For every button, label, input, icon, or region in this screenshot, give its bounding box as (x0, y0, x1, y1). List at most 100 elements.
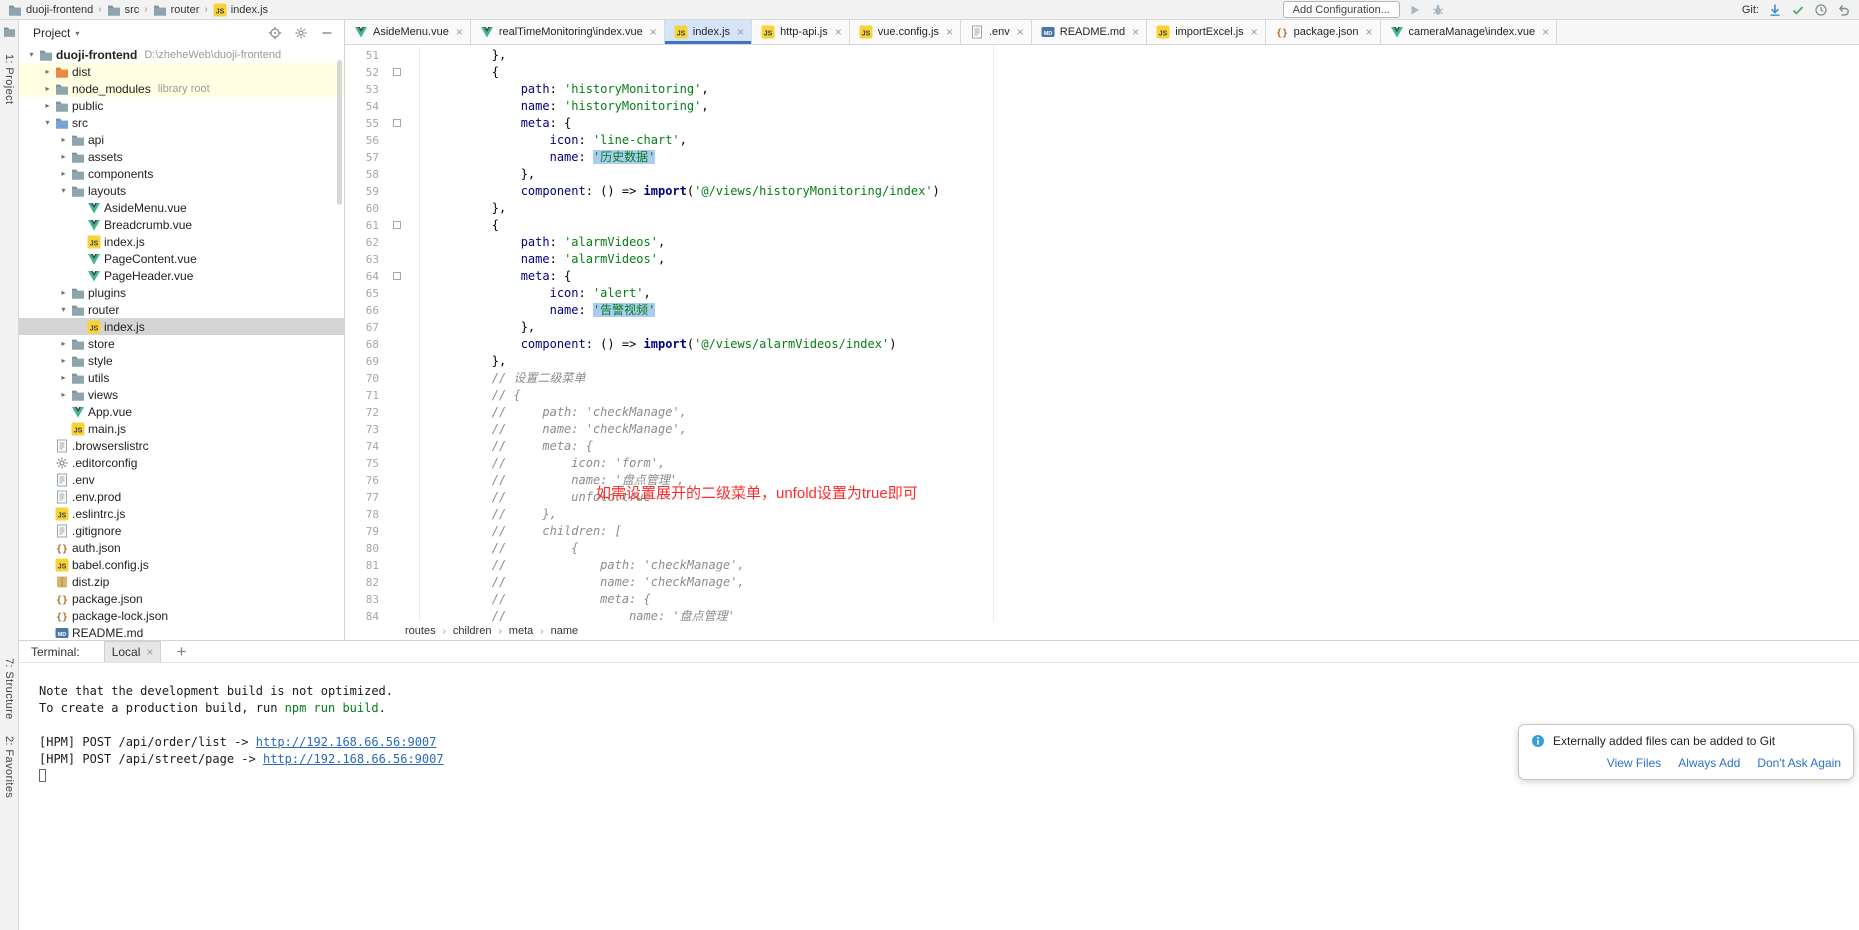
code-line[interactable]: 72 // path: 'checkManage', (345, 404, 1859, 421)
code-line[interactable]: 84 // name: '盘点管理' (345, 608, 1859, 622)
notification-action-always-add[interactable]: Always Add (1678, 756, 1740, 770)
tree-item-assets[interactable]: ▸assets (19, 148, 344, 165)
line-number[interactable]: 69 (345, 353, 379, 370)
tree-item-env-prod[interactable]: .env.prod (19, 488, 344, 505)
tree-item-src[interactable]: ▾src (19, 114, 344, 131)
new-terminal-icon[interactable] (175, 645, 188, 658)
editor-breadcrumb-children[interactable]: children (453, 625, 492, 637)
tree-item-env[interactable]: .env (19, 471, 344, 488)
tree-item-babel-config-js[interactable]: JSbabel.config.js (19, 556, 344, 573)
tree-item-utils[interactable]: ▸utils (19, 369, 344, 386)
code-line[interactable]: 61 { (345, 217, 1859, 234)
tree-item-node-modules[interactable]: ▸node_moduleslibrary root (19, 80, 344, 97)
line-number[interactable]: 60 (345, 200, 379, 217)
tab-close-icon[interactable]: × (946, 26, 953, 38)
close-icon[interactable]: × (146, 646, 153, 658)
tree-item-dist[interactable]: ▸dist (19, 63, 344, 80)
line-number[interactable]: 83 (345, 591, 379, 608)
line-number[interactable]: 74 (345, 438, 379, 455)
line-number[interactable]: 82 (345, 574, 379, 591)
tab-importexcel-js[interactable]: JSimportExcel.js× (1147, 20, 1265, 44)
line-number[interactable]: 54 (345, 98, 379, 115)
chevron-closed-icon[interactable]: ▸ (41, 84, 54, 93)
tab-close-icon[interactable]: × (737, 26, 744, 38)
tab-package-json[interactable]: {}package.json× (1266, 20, 1381, 44)
chevron-closed-icon[interactable]: ▸ (57, 288, 70, 297)
chevron-open-icon[interactable]: ▾ (57, 305, 70, 314)
tree-item-pagecontent-vue[interactable]: PageContent.vue (19, 250, 344, 267)
chevron-closed-icon[interactable]: ▸ (57, 169, 70, 178)
project-tool-window-icon[interactable] (3, 25, 16, 38)
git-update-icon[interactable] (1767, 2, 1782, 17)
code-line[interactable]: 78 // }, (345, 506, 1859, 523)
chevron-closed-icon[interactable]: ▸ (57, 135, 70, 144)
git-history-icon[interactable] (1813, 2, 1828, 17)
line-number[interactable]: 58 (345, 166, 379, 183)
code-line[interactable]: 71 // { (345, 387, 1859, 404)
code-line[interactable]: 75 // icon: 'form', (345, 455, 1859, 472)
line-number[interactable]: 81 (345, 557, 379, 574)
line-number[interactable]: 52 (345, 64, 379, 81)
tree-item-duoji-frontend[interactable]: ▾duoji-frontendD:\zheheWeb\duoji-fronten… (19, 46, 344, 63)
code-line[interactable]: 64 meta: { (345, 268, 1859, 285)
chevron-closed-icon[interactable]: ▸ (57, 390, 70, 399)
code-line[interactable]: 59 component: () => import('@/views/hist… (345, 183, 1859, 200)
terminal-tab-local[interactable]: Local× (104, 641, 162, 662)
fold-marker-icon[interactable] (393, 119, 401, 127)
line-number[interactable]: 73 (345, 421, 379, 438)
tree-item-style[interactable]: ▸style (19, 352, 344, 369)
tree-item-store[interactable]: ▸store (19, 335, 344, 352)
line-number[interactable]: 61 (345, 217, 379, 234)
tree-item-pageheader-vue[interactable]: PageHeader.vue (19, 267, 344, 284)
line-number[interactable]: 53 (345, 81, 379, 98)
breadcrumb-item-index-js[interactable]: JSindex.js (213, 3, 268, 17)
tree-item-auth-json[interactable]: {}auth.json (19, 539, 344, 556)
line-number[interactable]: 76 (345, 472, 379, 489)
line-number[interactable]: 77 (345, 489, 379, 506)
tab-readme-md[interactable]: MDREADME.md× (1032, 20, 1147, 44)
notification-action-view-files[interactable]: View Files (1607, 756, 1661, 770)
git-commit-icon[interactable] (1790, 2, 1805, 17)
tree-item-public[interactable]: ▸public (19, 97, 344, 114)
tab-close-icon[interactable]: × (456, 26, 463, 38)
notification-action-don-t-ask-again[interactable]: Don't Ask Again (1757, 756, 1841, 770)
line-number[interactable]: 62 (345, 234, 379, 251)
add-configuration-button[interactable]: Add Configuration... (1283, 1, 1400, 18)
tree-item-package-lock-json[interactable]: {}package-lock.json (19, 607, 344, 624)
code-line[interactable]: 57 name: '历史数据' (345, 149, 1859, 166)
chevron-down-icon[interactable]: ▾ (75, 29, 79, 38)
tree-item-api[interactable]: ▸api (19, 131, 344, 148)
code-line[interactable]: 77 // unfold:true (345, 489, 1859, 506)
tree-item-views[interactable]: ▸views (19, 386, 344, 403)
tree-item-asidemenu-vue[interactable]: AsideMenu.vue (19, 199, 344, 216)
tab-close-icon[interactable]: × (835, 26, 842, 38)
line-number[interactable]: 71 (345, 387, 379, 404)
tree-item-dist-zip[interactable]: dist.zip (19, 573, 344, 590)
line-number[interactable]: 72 (345, 404, 379, 421)
tree-item-router[interactable]: ▾router (19, 301, 344, 318)
tab-close-icon[interactable]: × (1366, 26, 1373, 38)
code-line[interactable]: 80 // { (345, 540, 1859, 557)
code-line[interactable]: 66 name: '告警视频' (345, 302, 1859, 319)
editor-breadcrumb-name[interactable]: name (551, 625, 579, 637)
code-line[interactable]: 83 // meta: { (345, 591, 1859, 608)
code-editor[interactable]: 51 },52 {53 path: 'historyMonitoring',54… (345, 45, 1859, 622)
breadcrumb-item-src[interactable]: src (107, 3, 140, 17)
line-number[interactable]: 64 (345, 268, 379, 285)
chevron-closed-icon[interactable]: ▸ (57, 152, 70, 161)
tab-cameramanage-index-vue[interactable]: cameraManage\index.vue× (1381, 20, 1558, 44)
gear-icon[interactable] (293, 26, 308, 41)
line-number[interactable]: 84 (345, 608, 379, 622)
tree-item-components[interactable]: ▸components (19, 165, 344, 182)
code-line[interactable]: 54 name: 'historyMonitoring', (345, 98, 1859, 115)
code-line[interactable]: 52 { (345, 64, 1859, 81)
line-number[interactable]: 79 (345, 523, 379, 540)
tree-item-package-json[interactable]: {}package.json (19, 590, 344, 607)
chevron-closed-icon[interactable]: ▸ (57, 356, 70, 365)
code-line[interactable]: 65 icon: 'alert', (345, 285, 1859, 302)
code-line[interactable]: 81 // path: 'checkManage', (345, 557, 1859, 574)
code-line[interactable]: 69 }, (345, 353, 1859, 370)
editor-breadcrumb-meta[interactable]: meta (509, 625, 533, 637)
chevron-closed-icon[interactable]: ▸ (57, 339, 70, 348)
tree-item-index-js[interactable]: JSindex.js (19, 233, 344, 250)
